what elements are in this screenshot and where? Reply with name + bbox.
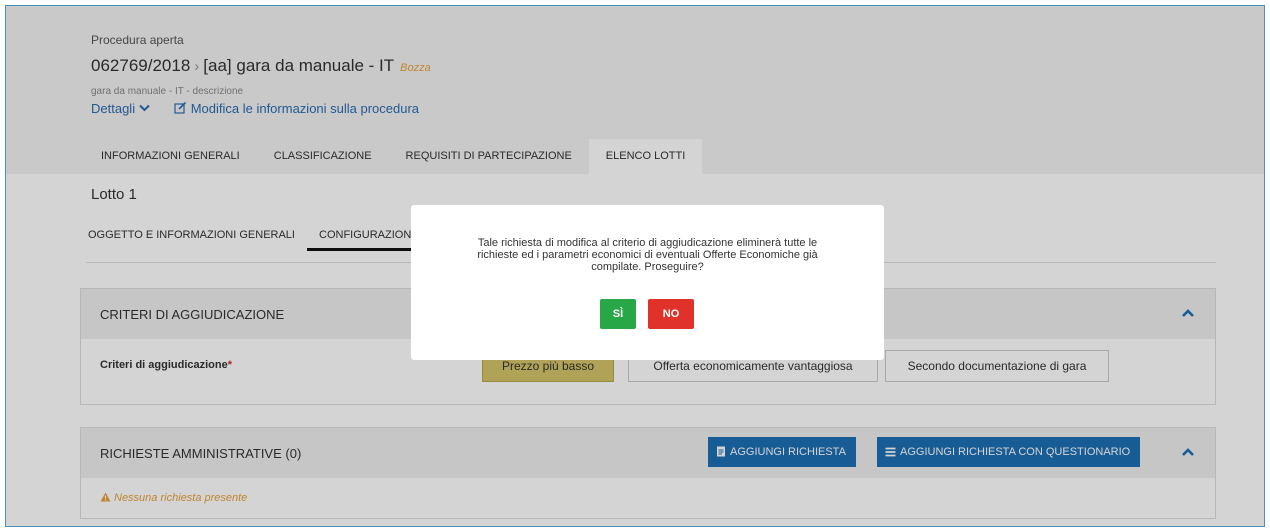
- confirm-message: Tale richiesta di modifica al criterio d…: [477, 237, 818, 273]
- no-button[interactable]: NO: [648, 299, 694, 329]
- app-frame: Procedura aperta 062769/2018 › [aa] gara d…: [5, 5, 1265, 527]
- yes-button[interactable]: SÌ: [600, 299, 636, 329]
- confirm-dialog: Tale richiesta di modifica al criterio d…: [411, 205, 884, 360]
